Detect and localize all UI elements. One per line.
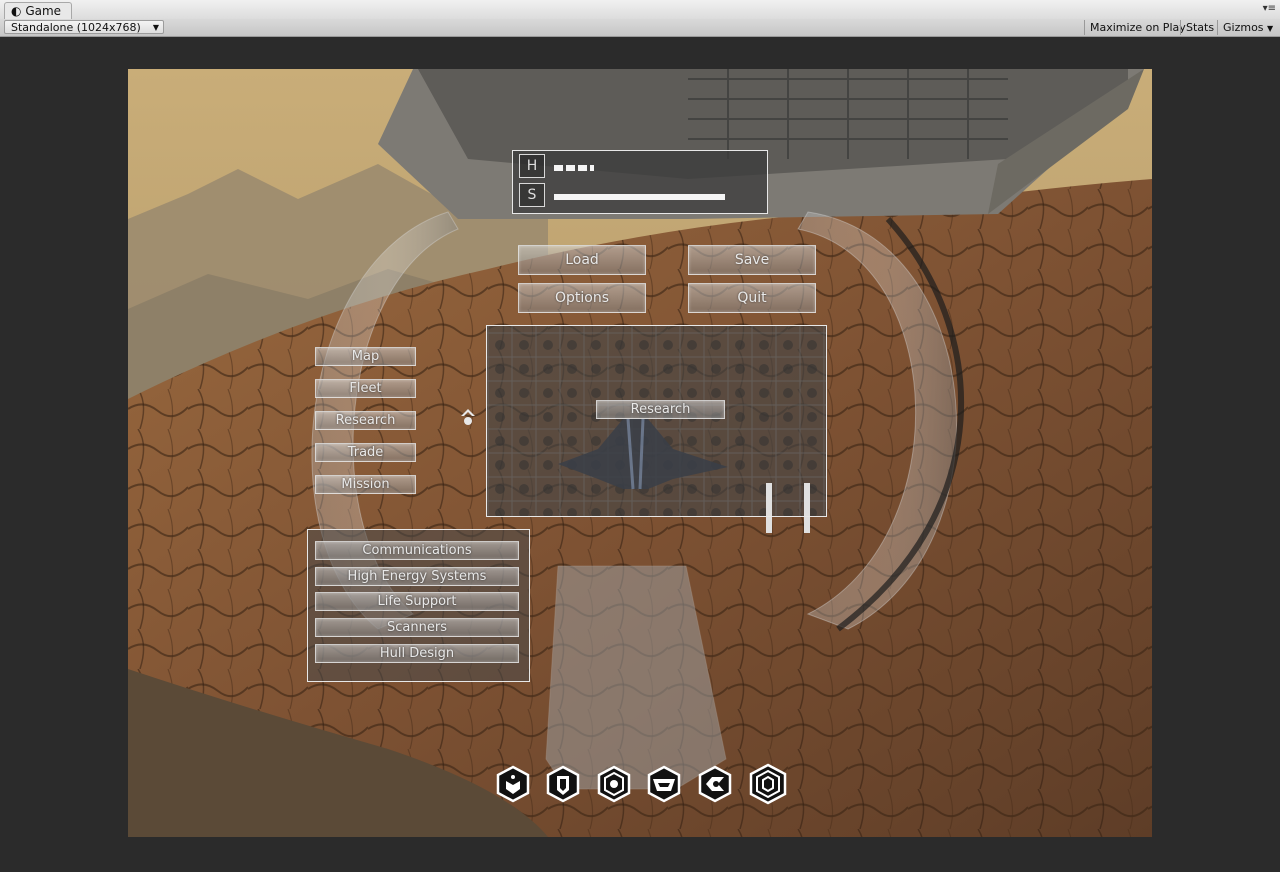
chevron-down-icon: ▼ <box>1267 24 1274 33</box>
game-viewport[interactable]: H S Load Save Options Quit Map Fleet Res… <box>128 69 1152 837</box>
status-panel <box>512 150 768 214</box>
tab-menu-icon[interactable]: ▾≡ <box>1263 3 1276 14</box>
hull-bar <box>554 165 594 171</box>
resolution-value: Standalone (1024x768) <box>11 21 141 34</box>
game-tab-label: Game <box>25 4 62 18</box>
research-button[interactable]: Research <box>596 400 725 419</box>
concentric-hex-icon[interactable] <box>748 763 788 805</box>
editor-tab-bar: ◐ Game ▾≡ <box>0 0 1280 20</box>
resolution-dropdown[interactable]: Standalone (1024x768) ▼ <box>4 20 164 34</box>
collapse-arrow-icon[interactable] <box>458 403 478 427</box>
communications-button[interactable]: Communications <box>315 541 519 560</box>
shield-bar <box>554 194 725 200</box>
unity-icon: ◐ <box>11 4 22 18</box>
load-button[interactable]: Load <box>518 245 646 275</box>
map-button[interactable]: Map <box>315 347 416 366</box>
hull-icon[interactable] <box>646 765 682 803</box>
badge-icon[interactable] <box>545 765 581 803</box>
shield-label: S <box>519 183 545 207</box>
drop-shield-icon[interactable] <box>495 765 531 803</box>
gizmos-button[interactable]: Gizmos ▼ <box>1217 20 1278 35</box>
quit-button[interactable]: Quit <box>688 283 816 313</box>
options-button[interactable]: Options <box>518 283 646 313</box>
fleet-button[interactable]: Fleet <box>315 379 416 398</box>
game-tab[interactable]: ◐ Game <box>4 2 73 20</box>
reactor-icon[interactable] <box>697 765 733 803</box>
scanners-button[interactable]: Scanners <box>315 618 519 637</box>
mission-button[interactable]: Mission <box>315 475 416 494</box>
trade-button[interactable]: Trade <box>315 443 416 462</box>
research-panel <box>486 325 827 517</box>
stats-button[interactable]: Stats <box>1180 20 1219 35</box>
game-toolbar: Standalone (1024x768) ▼ Maximize on Play… <box>0 19 1280 37</box>
research-menu-button[interactable]: Research <box>315 411 416 430</box>
chevron-down-icon: ▼ <box>152 23 159 32</box>
high-energy-systems-button[interactable]: High Energy Systems <box>315 567 519 586</box>
life-support-button[interactable]: Life Support <box>315 592 519 611</box>
maximize-on-play-button[interactable]: Maximize on Play <box>1084 20 1191 35</box>
save-button[interactable]: Save <box>688 245 816 275</box>
hull-label: H <box>519 154 545 178</box>
gear-hex-icon[interactable] <box>596 765 632 803</box>
gizmos-label: Gizmos <box>1223 21 1264 34</box>
hull-design-button[interactable]: Hull Design <box>315 644 519 663</box>
